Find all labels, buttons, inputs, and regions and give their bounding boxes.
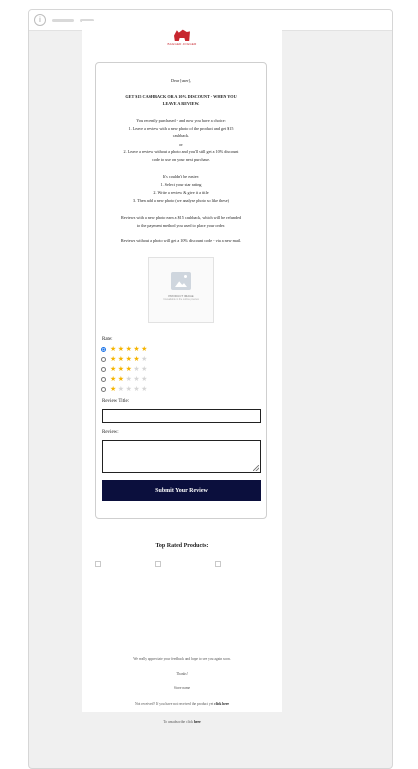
intro-text: You recently purchased - and now you hav… <box>136 118 226 123</box>
star-icon: ★ <box>117 365 125 373</box>
star-icon: ★ <box>110 365 117 373</box>
star-rating-4: ★ ★ ★ ★ ★ <box>110 355 147 363</box>
product-thumbnail[interactable] <box>95 561 101 567</box>
discount-line: Reviews without a photo will get a 10% d… <box>120 238 242 243</box>
star-icon: ★ <box>141 355 148 363</box>
image-icon <box>171 272 191 290</box>
option1-line2: cashback. <box>172 133 190 138</box>
star-icon: ★ <box>133 385 140 393</box>
star-icon: ★ <box>110 385 117 393</box>
appreciate-text: We really appreciate your feedback and h… <box>133 657 231 661</box>
product-image-placeholder: PRODUCT IMAGE Unavailable in the outline… <box>148 257 214 323</box>
logo-brand-text: BAGGED JOGGER <box>167 42 197 46</box>
star-icon: ★ <box>133 365 140 373</box>
cashback-line1: Reviews with a new photo earn a $15 cash… <box>120 215 242 220</box>
step-2: 2. Write a review & give it a title <box>153 190 209 195</box>
star-icon: ★ <box>117 345 125 353</box>
resize-handle-icon[interactable] <box>253 465 259 471</box>
rating-option-3[interactable]: ★ ★ ★ ★ ★ <box>101 365 147 373</box>
star-icon: ★ <box>125 345 132 353</box>
star-rating-5: ★ ★ ★ ★ ★ <box>110 345 147 353</box>
rating-radio-2[interactable] <box>101 376 106 382</box>
option2-line2: code to use on your next purchase. <box>151 157 211 162</box>
thanks-text: Thanks! <box>176 672 188 676</box>
rating-radio-1[interactable] <box>101 386 106 392</box>
rate-label: Rate: <box>102 337 113 342</box>
star-icon: ★ <box>117 355 125 363</box>
star-icon: ★ <box>125 365 132 373</box>
star-icon: ★ <box>117 375 125 383</box>
star-rating-1: ★ ★ ★ ★ ★ <box>110 385 147 393</box>
cashback-line2: to the payment method you used to place … <box>136 223 226 228</box>
product-thumbnail[interactable] <box>215 561 221 567</box>
headline-line2: LEAVE A REVIEW. <box>162 101 200 106</box>
submit-review-button[interactable]: Submit Your Review <box>102 480 261 501</box>
star-icon: ★ <box>141 365 148 373</box>
rating-option-5[interactable]: ★ ★ ★ ★ ★ <box>101 345 147 353</box>
greeting: Dear [user], <box>171 78 191 83</box>
store-name-text: Store name <box>173 686 191 690</box>
star-icon: ★ <box>125 375 132 383</box>
not-received-link[interactable]: click here <box>214 702 229 706</box>
star-icon: ★ <box>141 375 148 383</box>
review-title-input[interactable] <box>102 409 261 423</box>
star-icon: ★ <box>110 355 117 363</box>
not-received-prefix: Not received? If you have not received t… <box>134 702 215 706</box>
rating-option-2[interactable]: ★ ★ ★ ★ ★ <box>101 375 147 383</box>
rating-option-4[interactable]: ★ ★ ★ ★ ★ <box>101 355 147 363</box>
rating-radio-4[interactable] <box>101 356 106 362</box>
rating-radio-5[interactable] <box>101 346 106 352</box>
unsubscribe-text: To unsubscribe click here <box>82 720 282 724</box>
star-icon: ★ <box>133 375 140 383</box>
easy-text: It's couldn't be easier: <box>162 174 200 179</box>
star-rating-3: ★ ★ ★ ★ ★ <box>110 365 147 373</box>
star-icon: ★ <box>141 385 148 393</box>
star-rating-2: ★ ★ ★ ★ ★ <box>110 375 147 383</box>
rating-radio-3[interactable] <box>101 366 106 372</box>
review-title-label: Review Title: <box>102 399 130 404</box>
rating-option-1[interactable]: ★ ★ ★ ★ ★ <box>101 385 147 393</box>
top-rated-heading: Top Rated Products: <box>155 543 209 549</box>
star-icon: ★ <box>133 345 140 353</box>
unsubscribe-link[interactable]: here <box>194 720 201 724</box>
star-icon: ★ <box>125 355 132 363</box>
star-icon: ★ <box>110 375 117 383</box>
star-icon: ★ <box>141 345 148 353</box>
bear-logo-icon <box>174 29 190 41</box>
review-card: Dear [user], GET $15 CASHBACK OR A 10% D… <box>95 62 267 519</box>
star-icon: ★ <box>110 345 117 353</box>
product-image-sublabel: Unavailable in the outline preview <box>163 298 199 301</box>
review-label: Review: <box>102 430 119 435</box>
star-icon: ★ <box>125 385 132 393</box>
not-received-text: Not received? If you have not received t… <box>82 702 282 706</box>
step-3: 3. Then add a new photo (we analyse phot… <box>133 198 229 203</box>
star-icon: ★ <box>117 385 125 393</box>
review-textarea[interactable] <box>102 440 261 473</box>
option2-line1: 2. Leave a review without a photo and yo… <box>123 149 239 154</box>
star-icon: ★ <box>133 355 140 363</box>
email-body: BAGGED JOGGER Dear [user], GET $15 CASHB… <box>82 21 282 712</box>
info-circle-icon[interactable]: i <box>34 14 46 26</box>
store-logo: BAGGED JOGGER <box>82 21 282 46</box>
toolbar-placeholder-text <box>52 18 74 22</box>
unsubscribe-prefix: To unsubscribe click <box>163 720 194 724</box>
step-1: 1. Select your star rating <box>160 182 202 187</box>
product-thumbnail[interactable] <box>155 561 161 567</box>
